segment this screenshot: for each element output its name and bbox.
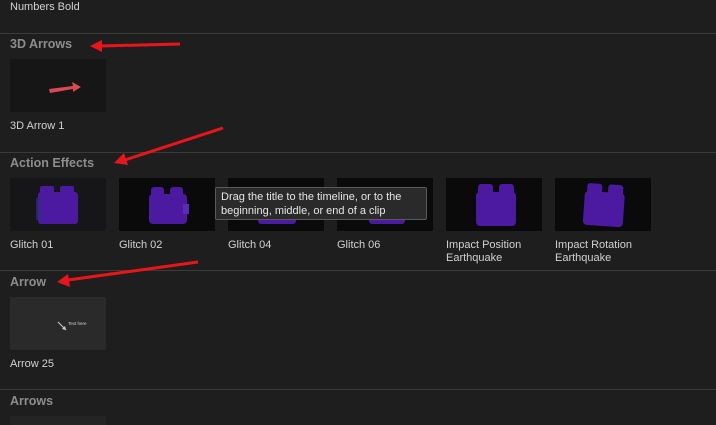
red-annotation-arrow-icon	[90, 40, 181, 52]
annotation-overlay	[57, 40, 224, 287]
red-annotation-arrow-icon	[57, 260, 199, 287]
red-annotation-arrow-icon	[114, 126, 224, 165]
